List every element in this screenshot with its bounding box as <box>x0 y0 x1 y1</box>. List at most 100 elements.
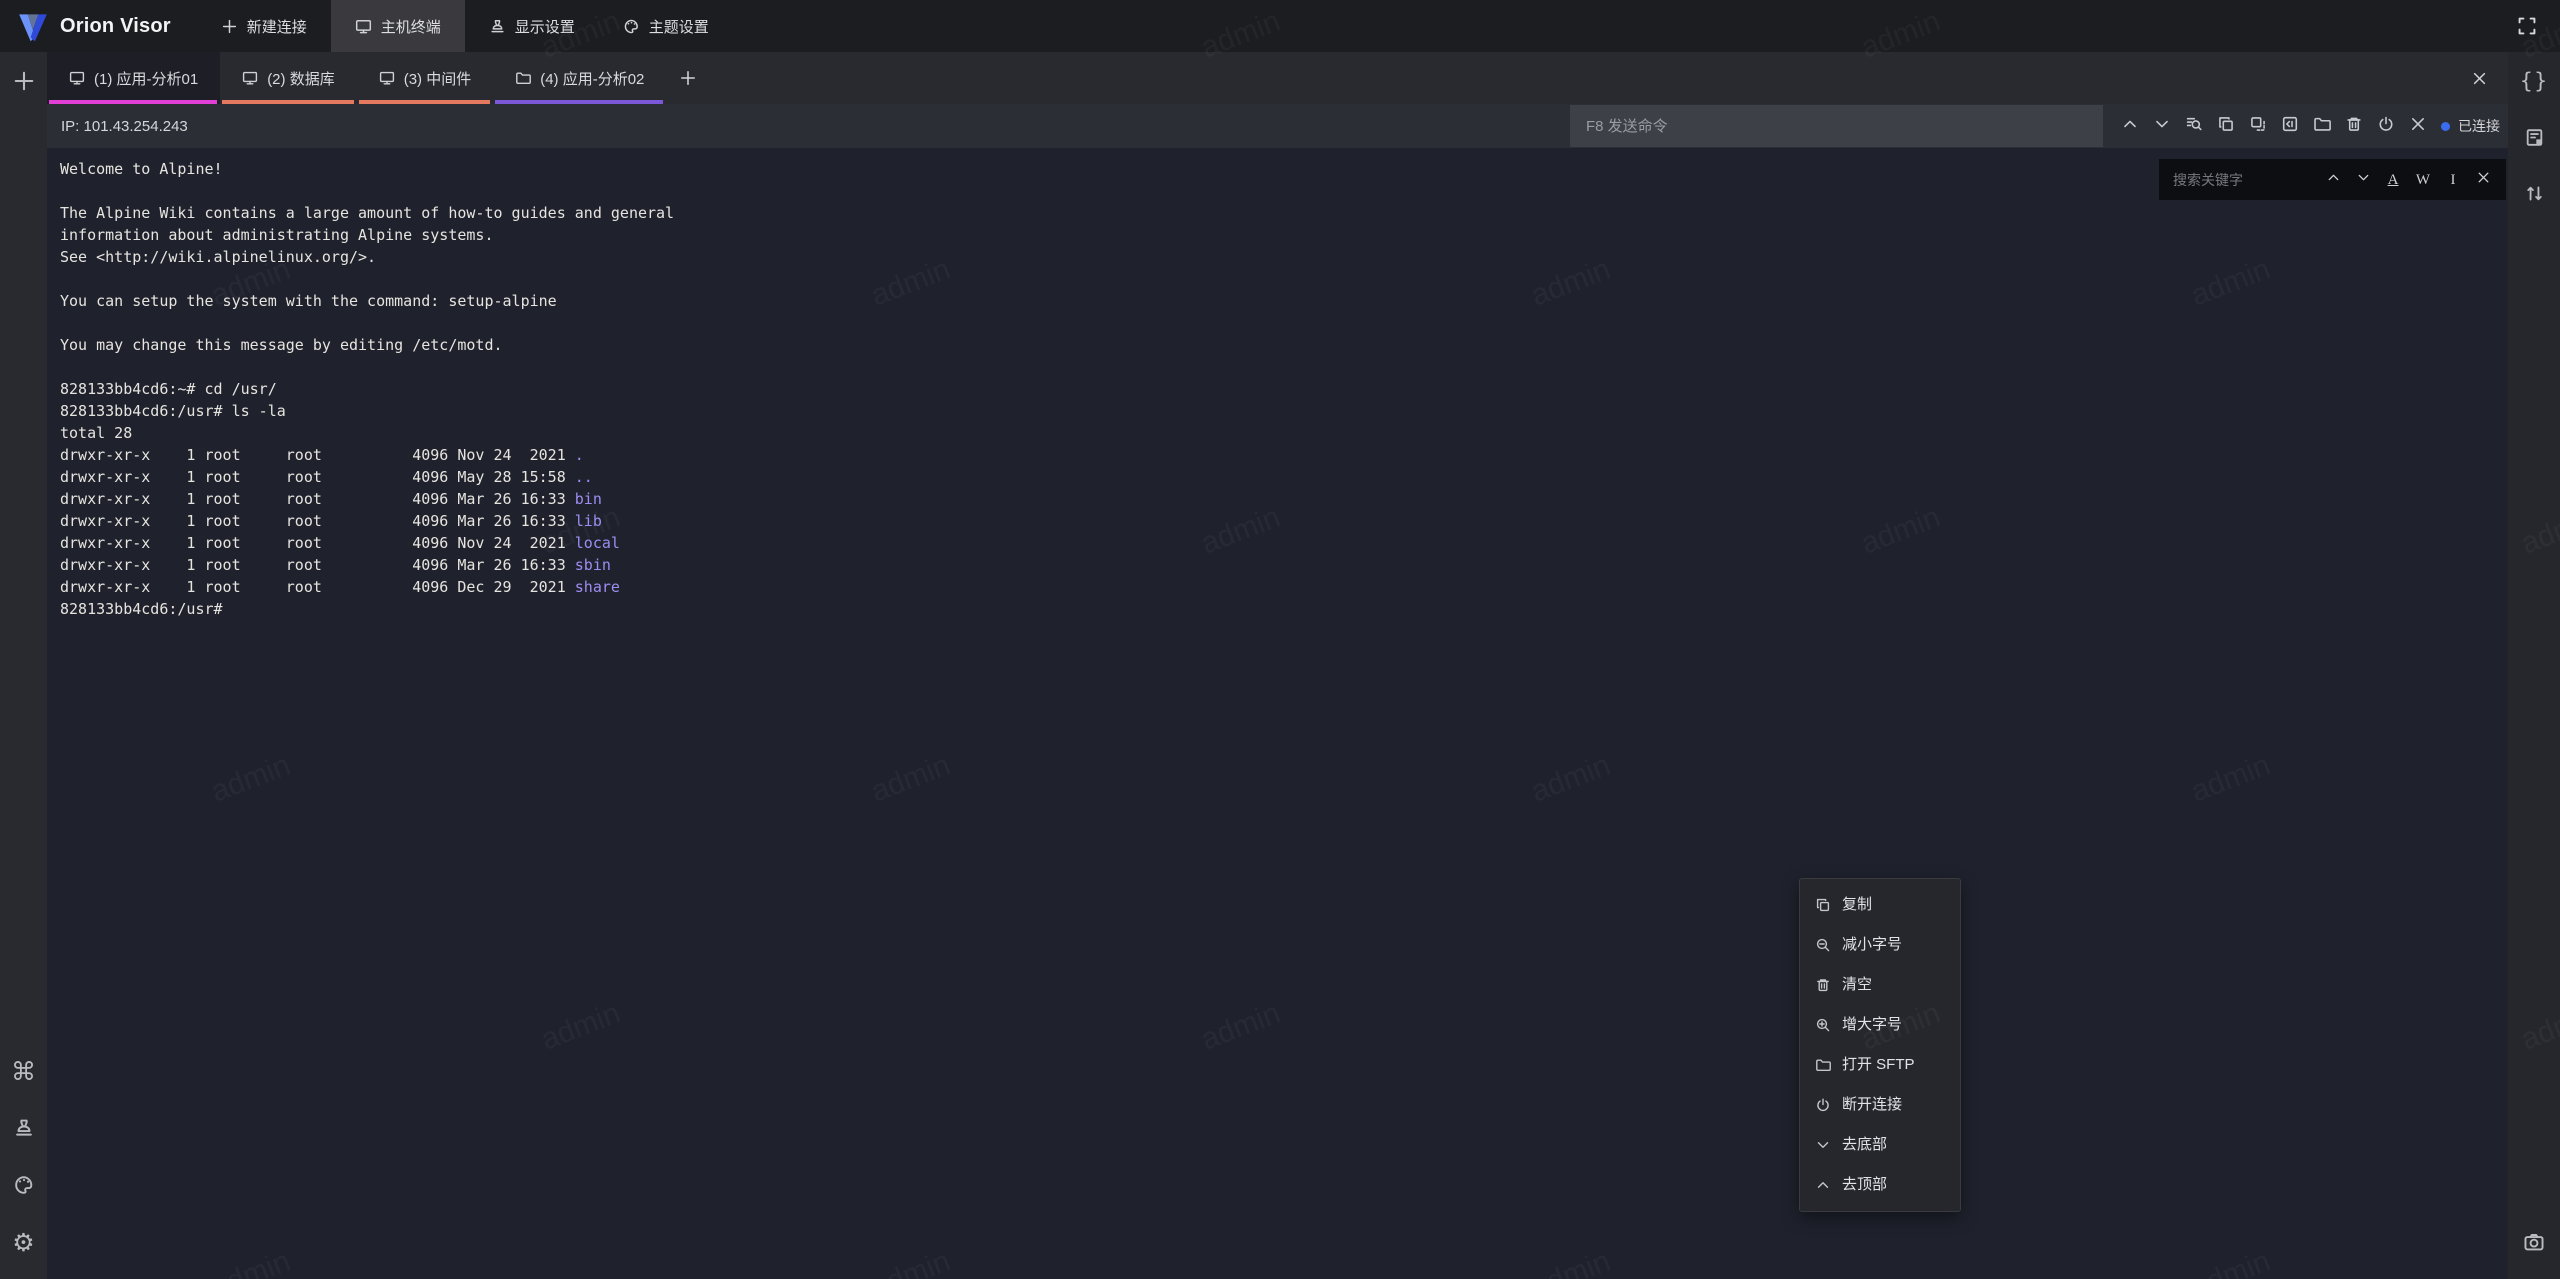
search-doc-icon <box>2185 115 2203 138</box>
terminal-line <box>60 180 2508 202</box>
variables-button[interactable]: {} <box>2519 66 2549 96</box>
nav-new-connection[interactable]: 新建连接 <box>197 0 331 52</box>
nav-theme-settings[interactable]: 主题设置 <box>599 0 733 52</box>
send-command-input[interactable] <box>1570 105 2103 147</box>
close-session-button[interactable] <box>2405 113 2431 139</box>
terminal-line: drwxr-xr-x 1 root root 4096 Dec 29 2021 … <box>60 576 2508 598</box>
terminal-line: information about administrating Alpine … <box>60 224 2508 246</box>
session-toolbar: IP: 101.43.254.243 已连接 <box>47 104 2508 148</box>
terminal-line: Welcome to Alpine! <box>60 158 2508 180</box>
search-button[interactable] <box>2181 113 2207 139</box>
run-block-icon <box>2281 115 2299 138</box>
chevron-down-icon <box>2153 115 2171 138</box>
status-dot <box>2441 122 2450 131</box>
terminal-line: drwxr-xr-x 1 root root 4096 Mar 26 16:33… <box>60 554 2508 576</box>
orion-visor-logo-icon <box>16 9 50 43</box>
menu-clear[interactable]: 清空 <box>1800 965 1960 1005</box>
braces-icon: {} <box>2520 71 2549 92</box>
terminal-search-panel: AWI <box>2159 159 2506 200</box>
gear-icon: ⚙ <box>12 1230 34 1255</box>
clear-screen-button[interactable] <box>2341 113 2367 139</box>
search-next-button[interactable] <box>2352 169 2374 191</box>
nav-display-settings[interactable]: 显示设置 <box>465 0 599 52</box>
terminal-tab-2[interactable]: (2) 数据库 <box>220 52 357 104</box>
updown-icon <box>2524 183 2545 204</box>
copy-icon <box>2217 115 2235 138</box>
stamp-icon <box>489 18 506 35</box>
folder-icon <box>515 70 531 86</box>
terminal-tab-1[interactable]: (1) 应用-分析01 <box>47 52 220 104</box>
tab-underline <box>359 100 491 104</box>
close-all-tabs-button[interactable] <box>2471 70 2488 87</box>
camera-icon <box>2523 1231 2545 1253</box>
terminal-line: drwxr-xr-x 1 root root 4096 May 28 15:58… <box>60 466 2508 488</box>
power-icon <box>2377 115 2395 138</box>
right-sidebar: {} <box>2508 52 2560 1279</box>
tab-underline <box>222 100 354 104</box>
terminal-screen[interactable]: Welcome to Alpine! The Alpine Wiki conta… <box>47 148 2508 1279</box>
match-case-button[interactable]: A <box>2382 169 2404 191</box>
display-settings-button[interactable] <box>9 1113 39 1143</box>
zoom-in-icon <box>1815 1017 1831 1033</box>
new-tab-button[interactable] <box>666 52 710 104</box>
left-sidebar: ⌘⚙ <box>0 52 47 1279</box>
send-command-button[interactable] <box>2277 113 2303 139</box>
terminal-context-menu: 复制减小字号清空增大字号打开 SFTP断开连接去底部去顶部 <box>1799 878 1961 1212</box>
chevron-up-icon <box>2326 169 2341 191</box>
screenshot-button[interactable] <box>2519 1227 2549 1257</box>
search-prev-button[interactable] <box>2322 169 2344 191</box>
ip-address-label: IP: 101.43.254.243 <box>47 118 1570 135</box>
regex-button[interactable]: I <box>2442 169 2464 191</box>
palette-icon <box>623 18 640 35</box>
nav-host-terminal[interactable]: 主机终端 <box>331 0 465 52</box>
search-keyword-input[interactable] <box>2171 171 2316 189</box>
terminal-line <box>60 268 2508 290</box>
settings-button[interactable]: ⚙ <box>9 1227 39 1257</box>
paste-button[interactable] <box>2245 113 2271 139</box>
monitor-icon <box>355 18 372 35</box>
monitor-icon <box>69 70 85 86</box>
copy-button[interactable] <box>2213 113 2239 139</box>
terminal-line: You may change this message by editing /… <box>60 334 2508 356</box>
disconnect-button[interactable] <box>2373 113 2399 139</box>
transfer-list-button[interactable] <box>2519 178 2549 208</box>
new-terminal-button[interactable] <box>9 66 39 96</box>
terminal-line: The Alpine Wiki contains a large amount … <box>60 202 2508 224</box>
menu-open-sftp[interactable]: 打开 SFTP <box>1800 1045 1960 1085</box>
zoom-out-icon <box>1815 937 1831 953</box>
top-menu-bar: Orion Visor 新建连接主机终端显示设置主题设置 <box>0 0 2560 52</box>
open-sftp-button[interactable] <box>2309 113 2335 139</box>
status-label: 已连接 <box>2458 116 2500 136</box>
palette-icon <box>13 1174 35 1196</box>
search-close-button[interactable] <box>2472 169 2494 191</box>
power-icon <box>1815 1097 1831 1113</box>
terminal-tab-3[interactable]: (3) 中间件 <box>357 52 494 104</box>
brand-title: Orion Visor <box>60 15 171 38</box>
close-icon <box>2476 169 2491 191</box>
chevron-down-icon <box>1815 1137 1831 1153</box>
trash-icon <box>1815 977 1831 993</box>
menu-decrease-font[interactable]: 减小字号 <box>1800 925 1960 965</box>
terminal-tab-4[interactable]: (4) 应用-分析02 <box>493 52 666 104</box>
terminal-line: drwxr-xr-x 1 root root 4096 Nov 24 2021 … <box>60 532 2508 554</box>
trash-icon <box>2345 115 2363 138</box>
theme-settings-button[interactable] <box>9 1170 39 1200</box>
copy-icon <box>1815 897 1831 913</box>
fullscreen-icon[interactable] <box>2516 15 2538 37</box>
terminal-line <box>60 356 2508 378</box>
command-next-button[interactable] <box>2149 113 2175 139</box>
menu-go-bottom[interactable]: 去底部 <box>1800 1125 1960 1165</box>
whole-word-button[interactable]: W <box>2412 169 2434 191</box>
terminal-line: 828133bb4cd6:/usr# ls -la <box>60 400 2508 422</box>
terminal-line: 828133bb4cd6:~# cd /usr/ <box>60 378 2508 400</box>
command-snippets-button[interactable] <box>2519 122 2549 152</box>
shortcut-keys-button[interactable]: ⌘ <box>9 1056 39 1086</box>
folder-icon <box>1815 1057 1831 1073</box>
menu-copy[interactable]: 复制 <box>1800 885 1960 925</box>
tab-underline <box>495 100 663 104</box>
menu-disconnect[interactable]: 断开连接 <box>1800 1085 1960 1125</box>
menu-go-top[interactable]: 去顶部 <box>1800 1165 1960 1205</box>
terminal-tabbar: (1) 应用-分析01(2) 数据库(3) 中间件(4) 应用-分析02 <box>47 52 2508 104</box>
command-prev-button[interactable] <box>2117 113 2143 139</box>
menu-increase-font[interactable]: 增大字号 <box>1800 1005 1960 1045</box>
